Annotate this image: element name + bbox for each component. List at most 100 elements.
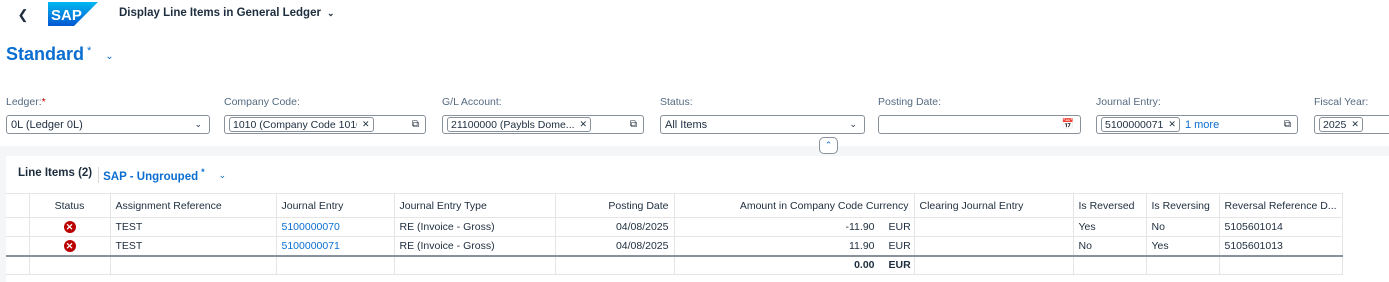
column-header[interactable]: Assignment Reference (110, 193, 277, 218)
company-code-token[interactable]: 1010 (Company Code 1010) ✕ (229, 117, 374, 132)
amount-cell: 11.90 EUR (674, 236, 915, 256)
column-header[interactable]: Is Reversed (1073, 193, 1147, 218)
filter-fiscal-year: Fiscal Year: 2025 ✕ (1314, 96, 1389, 134)
filter-posting-date: Posting Date: 📅 (878, 96, 1081, 134)
status-value: All Items (665, 118, 708, 131)
table-row[interactable]: ✕ TEST 5100000070 RE (Invoice - Gross) 0… (6, 217, 1343, 237)
type-cell: RE (Invoice - Gross) (394, 217, 556, 237)
fiscal-year-token[interactable]: 2025 ✕ (1319, 117, 1363, 132)
chevron-down-icon: ⌄ (105, 51, 114, 62)
reversal-ref-cell: 5105601013 (1219, 236, 1343, 256)
journal-entry-link[interactable]: 5100000071 (276, 236, 395, 256)
reversal-ref-cell: 5105601014 (1219, 217, 1343, 237)
is-reversed-cell: Yes (1073, 217, 1147, 237)
table-title: Line Items (2) (18, 167, 93, 179)
amount-cell: -11.90 EUR (674, 217, 915, 237)
value-help-icon[interactable]: ⧉ (1284, 119, 1291, 130)
total-row: 0.00 EUR (6, 254, 1343, 275)
column-header[interactable]: Journal Entry (276, 193, 395, 218)
status-cell: ✕ (29, 217, 111, 237)
shell-bar: ❮ SAP Display Line Items in General Ledg… (0, 0, 1389, 30)
company-code-label: Company Code: (224, 96, 300, 108)
chevron-down-icon[interactable]: ⌄ (219, 170, 227, 181)
table-variant-selector[interactable]: SAP - Ungrouped * (98, 167, 205, 183)
gl-account-token[interactable]: 21100000 (Paybls Dome... ✕ (447, 117, 592, 132)
clearing-cell (914, 236, 1074, 256)
column-header[interactable]: Is Reversing (1146, 193, 1220, 218)
value-help-icon[interactable]: ⧉ (630, 119, 637, 130)
fiscal-year-label: Fiscal Year: (1314, 96, 1369, 108)
posting-date-label: Posting Date: (878, 96, 942, 108)
value-help-icon[interactable]: ⧉ (412, 119, 419, 130)
ledger-label: Ledger:* (6, 96, 46, 108)
company-code-input[interactable]: 1010 (Company Code 1010) ✕ ⧉ (224, 115, 426, 134)
filter-journal-entry: Journal Entry: 5100000071 ✕ 1 more ⧉ (1096, 96, 1298, 134)
assignment-cell: TEST (110, 236, 277, 256)
remove-token-icon[interactable]: ✕ (580, 119, 588, 130)
total-currency: EUR (888, 259, 911, 272)
ledger-select[interactable]: 0L (Ledger 0L) ⌄ (6, 115, 210, 134)
amount-value: 11.90 (849, 239, 875, 252)
fiscal-year-input[interactable]: 2025 ✕ (1314, 115, 1389, 134)
assignment-cell: TEST (110, 217, 277, 237)
column-header[interactable]: Status (29, 193, 111, 218)
posting-date-cell: 04/08/2025 (555, 217, 675, 237)
status-label: Status: (660, 96, 693, 108)
column-header[interactable]: Clearing Journal Entry (914, 193, 1074, 218)
chevron-down-icon: ⌄ (849, 119, 857, 129)
journal-entry-label: Journal Entry: (1096, 96, 1161, 108)
journal-entry-token[interactable]: 5100000071 ✕ (1101, 117, 1180, 132)
filter-status: Status: All Items ⌄ (660, 96, 865, 134)
is-reversing-cell: Yes (1146, 236, 1220, 256)
ledger-value: 0L (Ledger 0L) (11, 118, 83, 131)
amount-value: -11.90 (845, 221, 875, 233)
app-title: Display Line Items in General Ledger (119, 7, 321, 19)
remove-token-icon[interactable]: ✕ (362, 119, 370, 130)
variant-selector[interactable]: Standard * ⌄ (6, 44, 114, 65)
journal-entry-input[interactable]: 5100000071 ✕ 1 more ⧉ (1096, 115, 1298, 134)
type-cell: RE (Invoice - Gross) (394, 236, 556, 256)
chevron-down-icon: ⌄ (194, 119, 202, 129)
journal-entry-link[interactable]: 5100000070 (276, 217, 395, 237)
remove-token-icon[interactable]: ✕ (1168, 119, 1176, 130)
filter-gl-account: G/L Account: 21100000 (Paybls Dome... ✕ ⧉ (442, 96, 644, 134)
column-header[interactable]: Journal Entry Type (394, 193, 556, 218)
currency-value: EUR (888, 239, 911, 252)
total-amount-cell: 0.00 EUR (674, 254, 915, 275)
gl-account-input[interactable]: 21100000 (Paybls Dome... ✕ ⧉ (442, 115, 644, 134)
collapse-header-button[interactable]: ⌃ (819, 137, 838, 154)
error-icon: ✕ (63, 221, 76, 233)
column-header[interactable]: Posting Date (555, 193, 675, 218)
is-reversed-cell: No (1073, 236, 1147, 256)
error-icon: ✕ (63, 239, 76, 252)
app-title-menu[interactable]: Display Line Items in General Ledger ⌄ (119, 7, 335, 19)
row-selector[interactable] (6, 236, 30, 256)
table-toolbar: Line Items (2) SAP - Ungrouped * ⌄ (18, 167, 226, 183)
column-header[interactable]: Amount in Company Code Currency (674, 193, 915, 218)
total-amount: 0.00 (854, 259, 875, 272)
is-reversing-cell: No (1146, 217, 1220, 237)
variant-modified-marker: * (87, 45, 92, 57)
status-cell: ✕ (29, 236, 111, 256)
table-row[interactable]: ✕ TEST 5100000071 RE (Invoice - Gross) 0… (6, 236, 1343, 256)
gl-account-label: G/L Account: (442, 96, 502, 108)
posting-date-cell: 04/08/2025 (555, 236, 675, 256)
chevron-up-icon: ⌃ (824, 140, 833, 150)
svg-text:SAP: SAP (51, 7, 82, 24)
sap-logo[interactable]: SAP (48, 2, 98, 26)
chevron-down-icon: ⌄ (326, 7, 335, 18)
currency-value: EUR (888, 221, 911, 233)
variant-name: Standard (6, 44, 85, 64)
calendar-icon[interactable]: 📅 (1062, 119, 1074, 130)
row-selector-header (6, 193, 30, 218)
remove-token-icon[interactable]: ✕ (1351, 119, 1359, 130)
back-icon[interactable]: ❮ (14, 6, 32, 24)
filter-ledger: Ledger:* 0L (Ledger 0L) ⌄ (6, 96, 210, 134)
more-tokens-link[interactable]: 1 more (1185, 119, 1219, 131)
table-header-row: Status Assignment Reference Journal Entr… (6, 193, 1343, 218)
column-header[interactable]: Reversal Reference D... (1219, 193, 1343, 218)
posting-date-input[interactable]: 📅 (878, 115, 1081, 134)
filter-company-code: Company Code: 1010 (Company Code 1010) ✕ … (224, 96, 426, 134)
status-select[interactable]: All Items ⌄ (660, 115, 865, 134)
row-selector[interactable] (6, 217, 30, 237)
